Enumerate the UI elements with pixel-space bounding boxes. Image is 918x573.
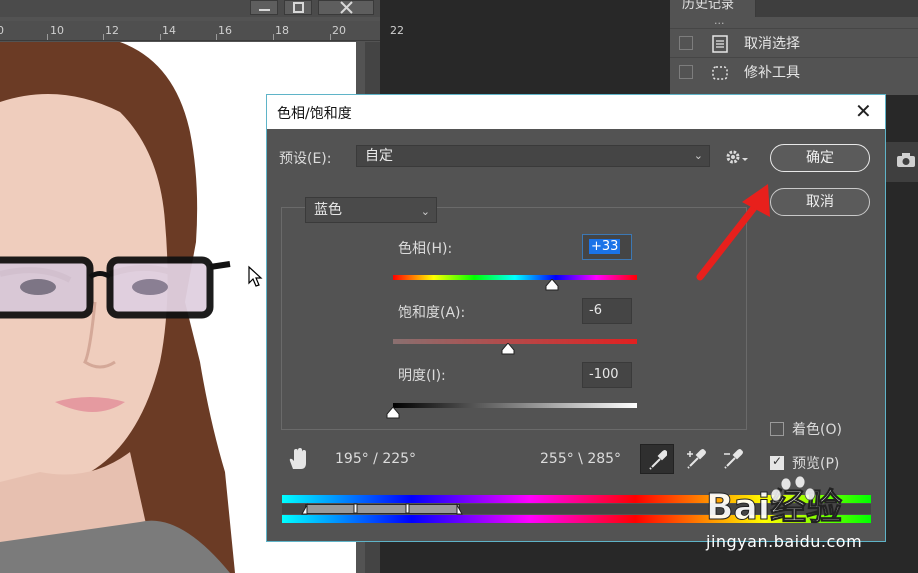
history-item[interactable]: 修补工具 (670, 57, 918, 86)
preset-value: 自定 (365, 148, 393, 164)
channel-dropdown[interactable]: 蓝色 ⌄ (305, 197, 437, 223)
lightness-value: -100 (589, 367, 619, 382)
channel-value: 蓝色 (314, 202, 342, 218)
ruler-tick-label: 22 (390, 24, 404, 37)
ruler-tick-label: 0 (0, 24, 4, 37)
preset-dropdown[interactable]: 自定 ⌄ (356, 145, 710, 167)
hue-label: 色相(H): (398, 241, 453, 257)
ok-button[interactable]: 确定 (770, 144, 870, 172)
cancel-button[interactable]: 取消 (770, 188, 870, 216)
eyedropper-icon[interactable] (640, 444, 674, 474)
close-icon (340, 1, 353, 14)
colorize-label: 着色(O) (792, 422, 842, 438)
adjustment-group (281, 207, 747, 430)
preview-checkbox[interactable] (770, 454, 784, 470)
preset-options-gear-icon[interactable] (725, 148, 751, 166)
ruler-tick-label: 18 (275, 24, 289, 37)
ruler-tick-label: 10 (50, 24, 64, 37)
hue-value: +33 (589, 239, 621, 254)
range-end-readout: 255° \ 285° (540, 451, 622, 467)
ruler-tick-label: 14 (162, 24, 176, 37)
history-snapshot-checkbox[interactable] (679, 65, 693, 79)
targeted-adjustment-hand-icon[interactable] (287, 447, 309, 471)
history-item-label: 修补工具 (744, 65, 800, 81)
ruler-tick-label: 12 (105, 24, 119, 37)
watermark-url: jingyan.baidu.com (706, 532, 863, 551)
ruler-tick-label: 20 (332, 24, 346, 37)
history-snapshot-checkbox[interactable] (679, 36, 693, 50)
dialog-title: 色相/饱和度 (277, 106, 352, 122)
chevron-down-icon: ⌄ (693, 149, 703, 162)
panel-more-indicator: ... (714, 14, 725, 27)
patch-tool-icon (710, 63, 730, 83)
restore-button[interactable] (284, 0, 312, 15)
history-item[interactable]: 取消选择 (670, 28, 918, 57)
saturation-value: -6 (589, 303, 602, 318)
subtract-from-sample-eyedropper-icon[interactable] (716, 444, 750, 474)
history-item-label: 取消选择 (744, 36, 800, 52)
horizontal-ruler: 0 10 12 14 16 18 20 22 (0, 21, 404, 41)
restore-icon (293, 2, 304, 13)
lightness-slider-track[interactable] (393, 403, 637, 408)
saturation-slider-track[interactable] (393, 339, 637, 344)
minimize-icon (259, 9, 270, 11)
tab-history[interactable]: 历史记录 (670, 0, 756, 17)
camera-icon[interactable] (896, 152, 916, 168)
add-to-sample-eyedropper-icon[interactable] (679, 444, 713, 474)
saturation-label: 饱和度(A): (398, 305, 466, 321)
close-dialog-icon[interactable]: ✕ (855, 100, 872, 122)
baidu-jingyan-watermark: Bai经验 (706, 475, 876, 531)
cursor-icon (248, 265, 263, 287)
colorize-checkbox[interactable] (770, 422, 784, 436)
annotation-arrow (696, 184, 770, 281)
preview-label: 预览(P) (792, 456, 840, 472)
minimize-button[interactable] (250, 0, 278, 15)
lightness-label: 明度(I): (398, 368, 446, 384)
preset-label: 预设(E): (279, 151, 332, 167)
lightness-input[interactable]: -100 (582, 362, 632, 388)
document-window-bar (0, 0, 380, 17)
hue-slider-track[interactable] (393, 275, 637, 280)
ruler-tick-label: 16 (218, 24, 232, 37)
document-icon (710, 34, 730, 54)
hue-input[interactable]: +33 (582, 234, 632, 260)
history-panel: 历史记录 ... 取消选择 修补工具 (670, 0, 918, 95)
range-start-readout: 195° / 225° (335, 451, 417, 467)
range-selector-handles[interactable] (299, 503, 467, 515)
chevron-down-icon: ⌄ (420, 205, 430, 218)
close-window-button[interactable] (318, 0, 374, 15)
saturation-input[interactable]: -6 (582, 298, 632, 324)
dialog-titlebar: 色相/饱和度 ✕ (267, 95, 885, 129)
hue-saturation-dialog: 色相/饱和度 ✕ 预设(E): 自定 ⌄ 确定 取消 蓝色 ⌄ 色相(H): +… (266, 94, 886, 542)
